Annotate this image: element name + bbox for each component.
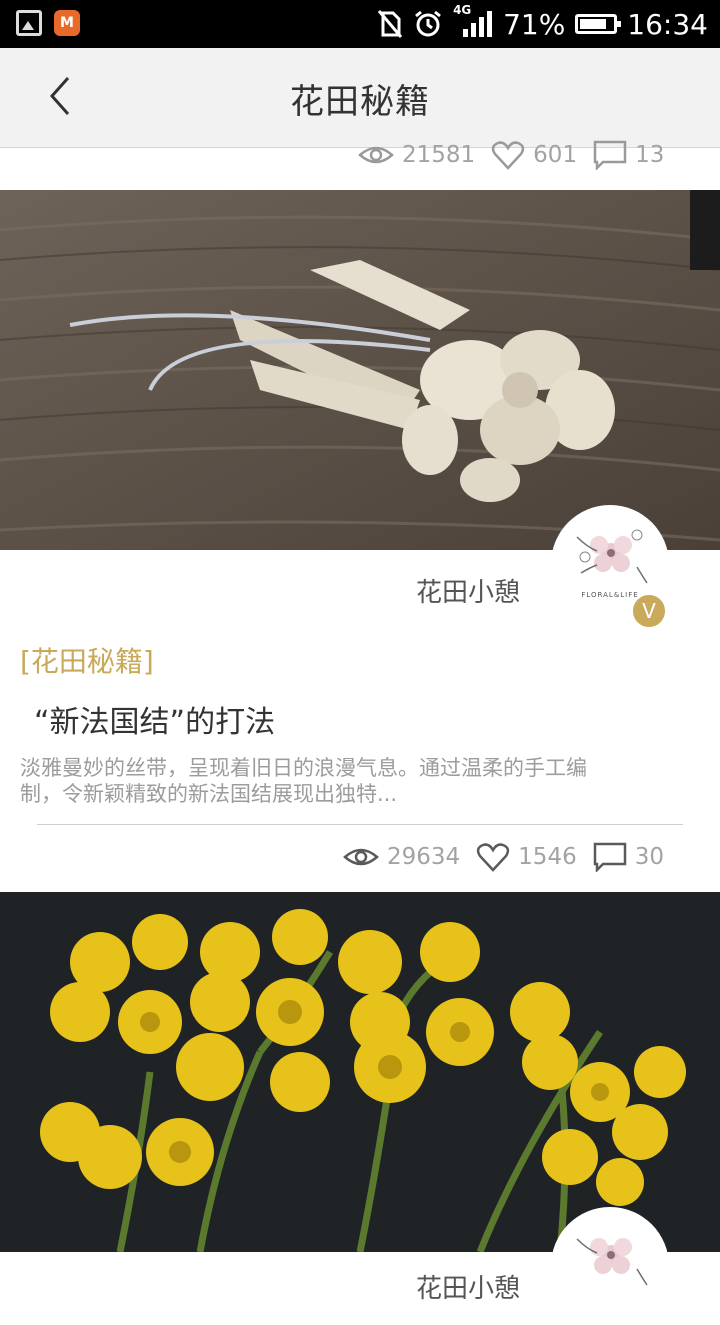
status-bar: M 4G 71% 16:34 [0,0,720,48]
eye-icon [358,146,394,164]
comments-count: 30 [634,844,664,870]
eye-icon [343,848,379,866]
likes-count: 601 [533,142,578,168]
article-cover-image[interactable] [0,892,720,1252]
views-stat: 29634 [343,844,460,870]
views-count: 29634 [387,844,461,870]
author-name[interactable]: 花田小憩 [416,1268,520,1305]
article-stats: 29634 1546 30 [343,842,664,872]
likes-count: 1546 [518,844,577,870]
article-category[interactable]: [花田秘籍] [20,640,154,680]
author-avatar[interactable] [551,1207,669,1325]
views-stat: 21581 [358,142,475,168]
no-sim-icon [377,10,403,38]
comments-stat[interactable]: 30 [593,842,664,872]
flower-logo-icon [576,529,648,584]
verified-badge: V [631,593,667,629]
comment-icon [593,140,627,170]
app-icon: M [54,10,80,36]
signal-icon: 4G [453,3,493,39]
author-name[interactable]: 花田小憩 [416,572,520,609]
battery-icon [575,14,622,34]
likes-stat[interactable]: 1546 [476,842,577,872]
status-notifications: M [16,10,80,36]
flower-logo-icon [576,1238,648,1286]
article-stats: 21581 601 13 [358,140,664,170]
views-count: 21581 [402,142,476,168]
article-excerpt: 淡雅曼妙的丝带，呈现着旧日的浪漫气息。通过温柔的手工编制，令新颖精致的新法国结展… [20,756,587,806]
status-system-icons: 4G 71% 16:34 [377,3,708,42]
app-bar: 花田秘籍 [0,48,720,148]
likes-stat[interactable]: 601 [491,140,577,170]
alarm-icon [415,10,441,37]
heart-icon [492,141,525,170]
divider [37,824,683,825]
clock: 16:34 [627,7,708,41]
comments-stat[interactable]: 13 [593,140,664,170]
gallery-icon [16,10,42,36]
article-title[interactable]: “新法国结”的打法 [34,697,275,741]
comment-icon [593,842,626,872]
article-cover-image[interactable] [0,190,720,550]
page-title: 花田秘籍 [290,82,430,122]
heart-icon [477,843,510,872]
comments-count: 13 [635,142,665,168]
battery-percent: 71% [503,7,566,41]
